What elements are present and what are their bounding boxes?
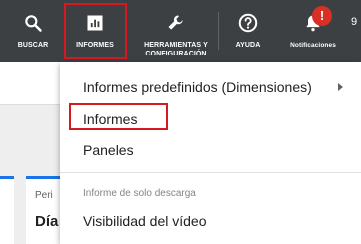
menu-item-video-visibility[interactable]: Visibilidad del vídeo (83, 213, 207, 229)
reports-dropdown-menu: Informes predefinidos (Dimensiones) Info… (60, 62, 361, 244)
tools-settings-label: HERRAMIENTAS Y CONFIGURACIÓN (144, 42, 208, 55)
notification-badge: ! (312, 6, 332, 26)
toolbar-divider (218, 12, 219, 50)
tools-settings-button[interactable]: HERRAMIENTAS Y CONFIGURACIÓN (140, 0, 212, 62)
cropped-toolbar-text: 9 (351, 16, 358, 28)
background-card-left (0, 176, 14, 244)
wrench-icon (166, 12, 186, 34)
card-value: Día (35, 213, 59, 230)
menu-divider (60, 172, 361, 173)
help-circle-icon (237, 12, 259, 34)
card-label: Peri (35, 190, 53, 201)
search-icon (23, 12, 43, 34)
help-button[interactable]: AYUDA (228, 0, 268, 62)
menu-section-header: Informe de solo descarga (83, 188, 196, 199)
help-label: AYUDA (235, 42, 261, 49)
top-toolbar: BUSCAR INFORMES HERRAMIENTAS Y CONFIGURA… (0, 0, 361, 62)
reports-item-highlight-box (69, 103, 168, 130)
menu-item-predefined-reports[interactable]: Informes predefinidos (Dimensiones) (83, 79, 312, 95)
notifications-label: Notificaciones (290, 42, 336, 49)
reports-highlight-box (64, 3, 127, 59)
menu-item-dashboards[interactable]: Paneles (83, 142, 134, 158)
search-button[interactable]: BUSCAR (16, 0, 50, 62)
submenu-arrow-icon (338, 83, 343, 91)
search-label: BUSCAR (17, 42, 49, 49)
